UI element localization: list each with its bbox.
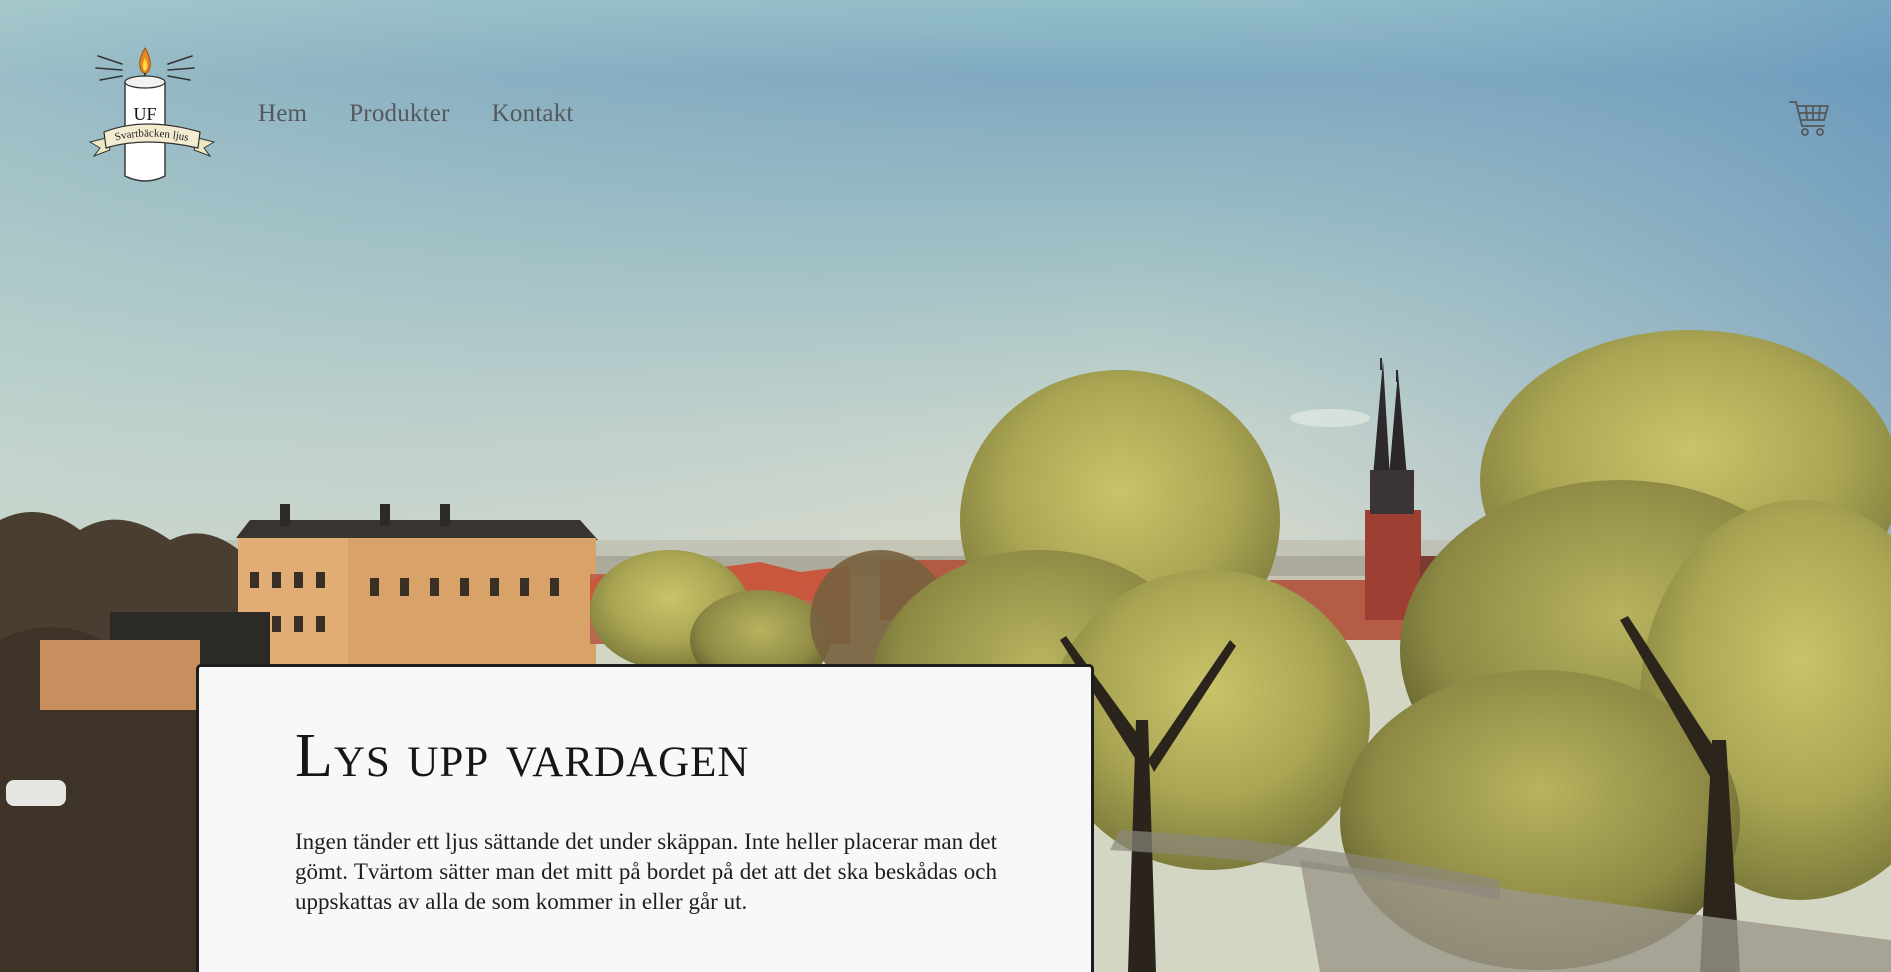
site-header: UF Svartbäcken ljus Hem Produkter Kontak… xyxy=(0,0,1891,200)
candle-logo-icon: UF Svartbäcken ljus xyxy=(88,47,216,182)
shopping-cart-icon xyxy=(1789,101,1829,136)
cart-button[interactable] xyxy=(1788,96,1832,140)
nav-item-produkter[interactable]: Produkter xyxy=(349,100,449,128)
hero-title: Lys upp vardagen xyxy=(295,722,750,790)
nav-item-kontakt[interactable]: Kontakt xyxy=(492,100,574,128)
hero-card: Lys upp vardagen Ingen tänder ett ljus s… xyxy=(196,664,1094,972)
logo-uf-text: UF xyxy=(133,104,156,124)
hero-body-text: Ingen tänder ett ljus sättande det under… xyxy=(295,829,997,914)
main-nav: Hem Produkter Kontakt xyxy=(258,100,574,128)
brand-logo[interactable]: UF Svartbäcken ljus xyxy=(86,46,218,186)
nav-item-hem[interactable]: Hem xyxy=(258,100,307,128)
